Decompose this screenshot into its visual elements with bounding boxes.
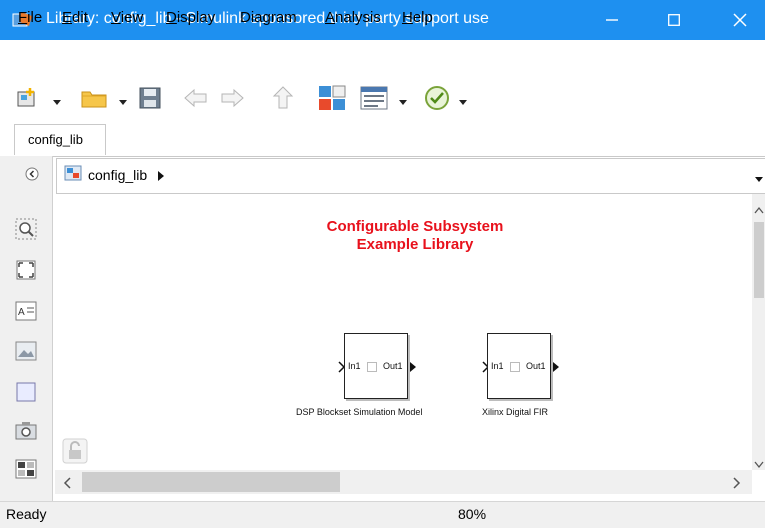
menu-analysis[interactable]: Analysis	[325, 9, 381, 26]
left-palette	[0, 156, 53, 501]
output-port-arrow-icon	[409, 360, 417, 378]
annotation-icon[interactable]: A	[14, 300, 38, 322]
image-icon[interactable]	[14, 340, 38, 362]
library-path-icon	[64, 165, 82, 186]
tab-strip	[0, 120, 765, 157]
maximize-icon[interactable]	[650, 0, 698, 40]
fit-to-view-icon[interactable]	[14, 259, 38, 281]
zoom-area-icon[interactable]	[14, 218, 38, 240]
scroll-down-icon[interactable]	[754, 456, 764, 474]
save-icon[interactable]	[138, 86, 162, 115]
screenshot-icon[interactable]	[14, 420, 38, 442]
open-dropdown-icon[interactable]	[118, 94, 128, 112]
model-explorer-dropdown-icon[interactable]	[398, 94, 408, 112]
open-folder-icon[interactable]	[80, 86, 108, 115]
scroll-left-icon[interactable]	[63, 476, 71, 494]
library-title-line2: Example Library	[356, 236, 474, 253]
status-bar	[0, 501, 765, 528]
address-dropdown-icon[interactable]	[754, 171, 764, 189]
area-icon[interactable]	[14, 381, 38, 403]
model-browser-icon[interactable]	[14, 458, 38, 480]
hide-browser-icon[interactable]	[24, 166, 40, 187]
vertical-scroll-thumb[interactable]	[754, 222, 764, 298]
status-text: Ready	[6, 506, 47, 522]
new-model-icon[interactable]	[16, 86, 42, 115]
block2-inner-port	[510, 362, 520, 372]
back-arrow-icon[interactable]	[183, 87, 209, 114]
menu-file[interactable]: File	[18, 9, 42, 26]
scroll-up-icon[interactable]	[754, 201, 764, 219]
zoom-level: 80%	[458, 506, 487, 522]
block1-out-port-label: Out1	[383, 361, 403, 371]
breadcrumb[interactable]: config_lib	[88, 167, 147, 183]
library-lock-icon[interactable]	[62, 438, 88, 469]
menu-display[interactable]: Display	[166, 9, 215, 26]
library-browser-icon[interactable]	[318, 85, 346, 116]
block2-in-port-label: In1	[491, 361, 504, 371]
forward-arrow-icon[interactable]	[219, 87, 245, 114]
block2-out-port-label: Out1	[526, 361, 546, 371]
block1-inner-port	[367, 362, 377, 372]
output-port-arrow-icon	[552, 360, 560, 378]
menu-edit[interactable]: Edit	[62, 9, 88, 26]
block1-caption: DSP Blockset Simulation Model	[296, 407, 423, 417]
up-arrow-icon[interactable]	[272, 85, 294, 116]
menu-view[interactable]: View	[111, 9, 143, 26]
tab-config-lib-label: config_lib	[28, 132, 83, 147]
scroll-right-icon[interactable]	[733, 476, 741, 494]
menu-bar	[0, 40, 765, 74]
model-explorer-icon[interactable]	[360, 86, 388, 115]
svg-text:A: A	[18, 307, 25, 318]
library-title-line1: Configurable Subsystem	[326, 218, 504, 235]
menu-diagram[interactable]: Diagram	[240, 9, 297, 26]
check-dropdown-icon[interactable]	[458, 94, 468, 112]
horizontal-scroll-thumb[interactable]	[82, 472, 340, 492]
menu-help[interactable]: Help	[402, 9, 433, 26]
close-icon[interactable]	[716, 0, 764, 40]
block1-in-port-label: In1	[348, 361, 361, 371]
check-icon[interactable]	[424, 85, 450, 116]
breadcrumb-arrow-icon[interactable]	[157, 169, 165, 187]
new-model-dropdown-icon[interactable]	[52, 94, 62, 112]
block2-caption: Xilinx Digital FIR	[482, 407, 549, 417]
minimize-icon[interactable]	[588, 0, 636, 40]
